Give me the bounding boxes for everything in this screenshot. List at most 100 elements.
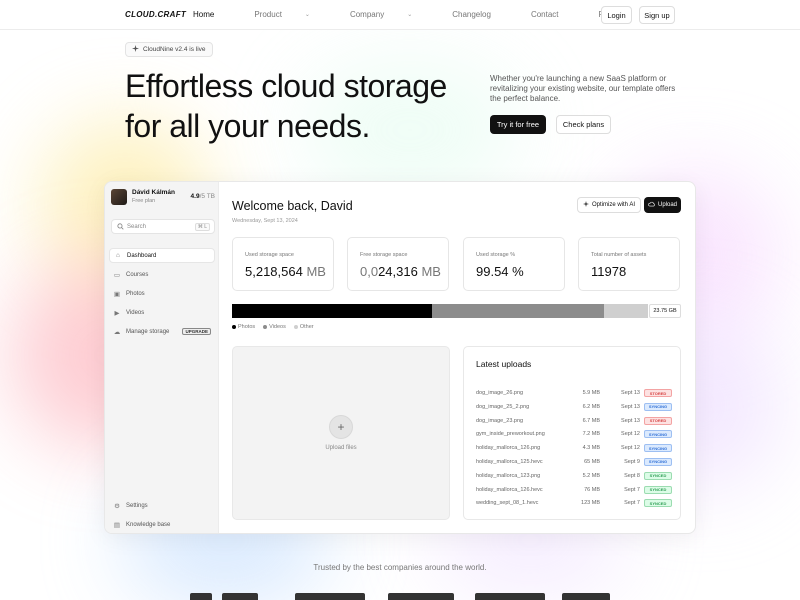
stat-unit: MB xyxy=(421,264,441,279)
file-size: 4.3 MB xyxy=(582,445,600,452)
stat-value-number: 24,316 xyxy=(378,264,418,279)
sidebar-item-label: Manage storage xyxy=(126,328,170,335)
check-plans-button[interactable]: Check plans xyxy=(556,115,611,134)
stat-value-number: 11978 xyxy=(591,264,627,279)
status-badge: SYNCING xyxy=(644,457,672,466)
storage-total-label: 23.75 GB xyxy=(649,304,681,318)
partner-logo-3 xyxy=(295,593,365,600)
legend-label: Other xyxy=(299,324,314,330)
storage-segment-other xyxy=(604,304,648,318)
latest-uploads-title: Latest uploads xyxy=(476,359,532,369)
file-size: 5.9 MB xyxy=(582,390,600,396)
sidebar-item-dashboard[interactable]: ⌂ Dashboard xyxy=(109,248,215,263)
partner-logos xyxy=(190,593,610,600)
sidebar-item-settings[interactable]: ⚙ Settings xyxy=(109,498,215,513)
upload-dropzone[interactable]: + Upload files xyxy=(232,346,450,520)
upgrade-badge[interactable]: UPGRADE xyxy=(182,328,211,335)
stat-card: Total number of assets 11978 xyxy=(578,237,680,291)
storage-bar xyxy=(232,304,648,318)
legend-dot xyxy=(232,325,236,329)
sidebar-item-courses[interactable]: ▭ Courses xyxy=(109,267,215,282)
nav-link-label: Contact xyxy=(530,10,559,19)
nav-link-label: Changelog xyxy=(452,10,491,19)
upload-row[interactable]: holiday_mallorca_126.hevc 76 MB Sept 7 SYNC… xyxy=(476,484,672,498)
login-button[interactable]: Login xyxy=(601,6,632,24)
upload-row[interactable]: dog_image_23.png 6.7 MB Sept 13 STORED xyxy=(476,415,672,429)
nav-link-contact[interactable]: Contact xyxy=(531,10,579,19)
storage-used: 4.9 xyxy=(190,193,200,200)
upload-row[interactable]: wedding_sept_08_1.hevc 123 MB Sept 7 SYNCED xyxy=(476,497,672,511)
status-badge: SYNCING xyxy=(644,444,672,453)
sidebar-item-label: Knowledge base xyxy=(126,521,171,528)
avatar xyxy=(111,189,127,205)
sidebar-item-label: Videos xyxy=(126,309,145,316)
user-profile[interactable]: Dávid Kálmán Free plan 4.9/5 TB xyxy=(111,189,215,205)
brand-logo[interactable]: CLOUD.CRAFT xyxy=(125,10,186,19)
signup-button[interactable]: Sign up xyxy=(639,6,675,24)
stat-value-number: 5,218,564 xyxy=(245,264,303,279)
sidebar-item-photos[interactable]: ▣ Photos xyxy=(109,286,215,301)
nav-link-product[interactable]: Product ⌄ xyxy=(254,10,330,19)
sparkle-icon xyxy=(582,201,589,209)
nav-links: HomeProduct⌄Company⌄ChangelogContactPric… xyxy=(193,10,663,19)
status-badge: STORED xyxy=(644,416,672,425)
sidebar-item-label: Settings xyxy=(126,502,148,509)
nav-link-home[interactable]: Home xyxy=(193,10,234,19)
stat-unit: MB xyxy=(306,264,326,279)
search-icon xyxy=(116,223,124,231)
sidebar-item-manage-storage[interactable]: ☁ Manage storage UPGRADE xyxy=(109,324,215,339)
courses-icon: ▭ xyxy=(113,271,121,279)
file-name: holiday_mallorca_126.hevc xyxy=(476,486,543,493)
legend-label: Photos xyxy=(238,324,256,330)
latest-uploads-panel: Latest uploads dog_image_26.png 5.9 MB Sep… xyxy=(463,346,681,520)
status-badge: SYNCED xyxy=(644,471,672,480)
upload-button[interactable]: Upload xyxy=(644,197,681,213)
file-name: holiday_mallorca_125.hevc xyxy=(476,458,543,465)
plus-icon[interactable]: + xyxy=(329,415,353,439)
file-date: Sept 8 xyxy=(624,472,640,479)
upload-row[interactable]: holiday_mallorca_125.hevc 65 MB Sept 9 SYNC… xyxy=(476,456,672,470)
storage-legend: Photos Videos Other xyxy=(232,324,314,330)
file-name: wedding_sept_08_1.hevc xyxy=(476,500,539,507)
file-name: dog_image_25_2.png xyxy=(476,403,530,410)
upload-row[interactable]: dog_image_25_2.png 6.2 MB Sept 13 SYNCING xyxy=(476,401,672,415)
file-name: holiday_mallorca_126.png xyxy=(476,445,541,452)
photo-icon: ▣ xyxy=(113,290,121,298)
hero-title-line-1: Effortless cloud storage xyxy=(125,68,447,104)
release-badge[interactable]: CloudNine v2.4 is live xyxy=(125,42,213,57)
stat-card: Free storage space 0,024,316 MB xyxy=(347,237,449,291)
search-input[interactable]: Search ⌘ L xyxy=(111,219,215,234)
partner-logo-6 xyxy=(562,593,610,600)
user-storage: 4.9/5 TB xyxy=(191,193,215,200)
dashboard-preview: Dávid Kálmán Free plan 4.9/5 TB Search ⌘… xyxy=(104,181,696,534)
stat-value-number: 99.54 % xyxy=(476,264,524,279)
upload-row[interactable]: holiday_mallorca_126.png 4.3 MB Sept 12 SYN… xyxy=(476,442,672,456)
file-name: holiday_mallorca_123.png xyxy=(476,472,541,479)
video-icon: ▶ xyxy=(114,309,120,317)
stat-value-prefix: 0,0 xyxy=(360,264,379,279)
gear-icon: ⚙ xyxy=(114,502,120,510)
upload-row[interactable]: gym_inside_preworkout.png 7.2 MB Sept 12 SY… xyxy=(476,428,672,442)
file-size: 65 MB xyxy=(584,458,600,465)
sidebar-item-label: Photos xyxy=(126,290,145,297)
nav-link-company[interactable]: Company ⌄ xyxy=(350,10,432,19)
upload-row[interactable]: holiday_mallorca_123.png 5.2 MB Sept 8 SYNC… xyxy=(476,470,672,484)
nav-link-changelog[interactable]: Changelog xyxy=(452,10,511,19)
welcome-heading: Welcome back, David xyxy=(232,199,353,213)
optimize-ai-button[interactable]: Optimize with AI xyxy=(577,197,641,213)
sidebar-item-label: Courses xyxy=(126,271,149,278)
try-free-button[interactable]: Try it for free xyxy=(490,115,546,134)
stat-value: 5,218,564 MB xyxy=(245,264,326,279)
sidebar-item-label: Dashboard xyxy=(127,252,157,259)
file-size: 76 MB xyxy=(584,486,600,493)
nav-link-label: Home xyxy=(193,10,215,19)
upload-files-label: Upload files xyxy=(325,445,357,451)
upload-row[interactable]: dog_image_26.png 5.9 MB Sept 13 STORED xyxy=(476,387,672,401)
chevron-down-icon: ⌄ xyxy=(407,12,413,18)
book-icon: ▤ xyxy=(113,521,121,529)
sidebar-item-videos[interactable]: ▶ Videos xyxy=(109,305,215,320)
sidebar-item-knowledge-base[interactable]: ▤ Knowledge base xyxy=(109,517,215,532)
optimize-ai-label: Optimize with AI xyxy=(591,202,635,208)
file-size: 5.2 MB xyxy=(582,472,600,479)
file-date: Sept 13 xyxy=(621,403,640,410)
